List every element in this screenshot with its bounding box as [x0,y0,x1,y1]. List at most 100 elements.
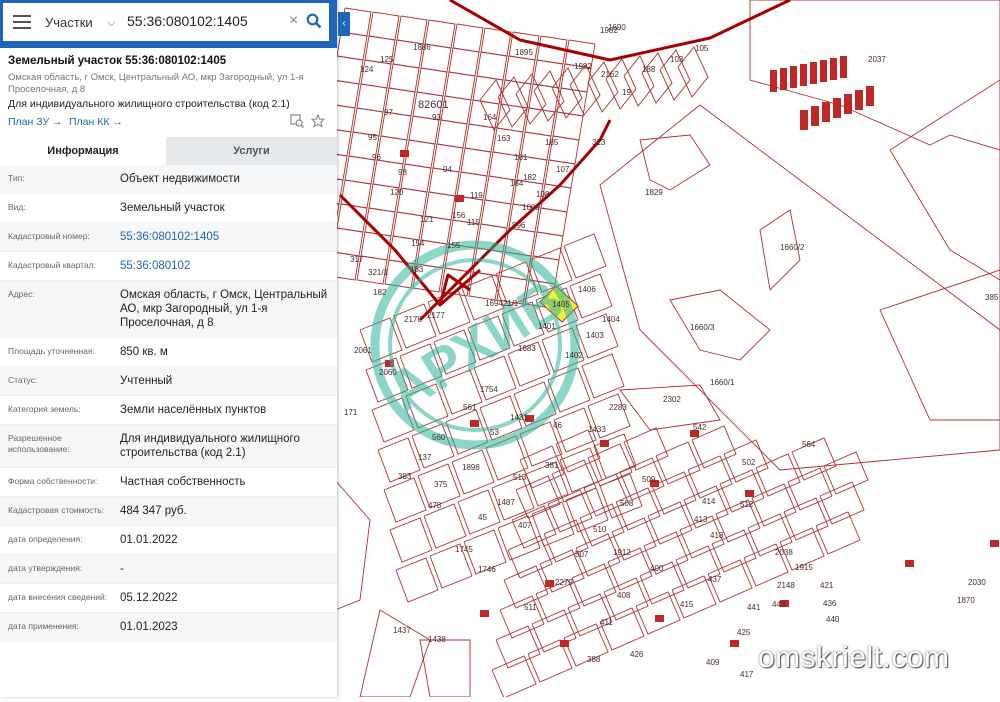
parcel-number-label: 105 [695,44,709,53]
parcel-number-label: 478 [428,501,442,510]
collapse-panel-button[interactable]: ‹ [338,12,350,36]
attribute-row: Тип: Объект недвижимости [0,165,337,194]
building [455,195,464,202]
parcel-number-label: 436 [823,599,837,608]
parcel-number-label: 1746 [478,565,496,574]
parcel-number-label: 564 [802,440,816,449]
search-input[interactable] [127,13,287,29]
tab-services[interactable]: Услуги [166,137,337,165]
attribute-row: Статус: Учтенный [0,367,337,396]
building [822,102,830,122]
parcel-number-label: 896 [512,221,526,230]
parcel-number-label: 2283 [609,403,627,412]
panel-tabs: Информация Услуги [0,137,337,165]
parcel-number-label: 124 [360,65,374,74]
tab-information[interactable]: Информация [0,137,166,165]
parcel-number-label: 413 [694,515,708,524]
parcel-number-label: 1886 [413,43,431,52]
parcel-number-label: 184 [510,179,524,188]
parcel-number-label: 1405 [552,300,570,309]
building [800,110,808,130]
parcel-number-label: 560 [432,433,446,442]
parcel-number-label: 1883 [518,344,536,353]
attribute-row: дата утверждения: - [0,555,337,584]
parcel-number-label: 383 [398,472,412,481]
parcel-number-label: 375 [434,480,448,489]
parcel-number-label: 1690 [608,23,626,32]
attribute-value-link[interactable]: 55:36:080102:1405 [120,223,328,251]
parcel-number-label: 154 [411,239,425,248]
attribute-value: 850 кв. м [120,346,168,358]
parcel-number-label: 1403 [586,331,604,340]
parcel-number-label: 414 [702,497,716,506]
parcel-number-label: 120 [390,188,404,197]
parcel-number-label: 156 [452,211,466,220]
search-bar: Участки ⌵ × [0,0,337,48]
parcel-number-label: 183 [410,265,424,274]
building [770,70,777,92]
attribute-label: Категория земель: [8,404,81,414]
parcel-number-label: 1912 [613,548,631,557]
parcel-number-label: 511 [524,603,537,612]
plan-zu-link[interactable]: План ЗУ → [8,116,63,128]
attribute-value: - [120,563,124,575]
parcel-number-label: 163 [497,134,511,143]
building [840,56,847,78]
parcel-number-label: 1660/3 [690,323,715,332]
building [800,64,807,86]
building [905,560,914,567]
parcel-number-label: 161 [514,153,528,162]
parcel-number-label: 94 [443,165,452,174]
attribute-label: Кадастровая стоимость: [8,505,105,515]
parcel-number-label: 2060 [379,368,397,377]
parcel-number-label: 1406 [578,285,596,294]
building [470,420,479,427]
parcel-number-label: 137 [418,453,432,462]
parcel-number-label: 508 [620,499,634,508]
parcel-number-label: 507 [575,550,589,559]
building [730,640,739,647]
building [780,68,787,90]
plan-kk-link[interactable]: План КК → [69,116,123,128]
building [790,66,797,88]
attribute-label: Статус: [8,375,38,385]
parcel-number-label: 561 [463,403,477,412]
attribute-value: Учтенный [120,375,173,387]
parcel-number-label: 1660/1 [710,378,735,387]
parcel-number-label: 2037 [868,55,886,64]
attribute-value: Омская область, г Омск, Центральный АО, … [120,289,328,329]
parcel-number-label: 542 [693,423,707,432]
attribute-value: Объект недвижимости [120,173,240,185]
parcel-number-label: 96 [372,153,381,162]
search-type-select[interactable]: Участки [45,15,93,30]
parcel-number-label: 381 [545,461,559,470]
attribute-table: Тип: Объект недвижимости Вид: Земельный уча… [0,165,337,642]
site-watermark: omskrielt.com [758,641,950,674]
parcel-number-label: 385 [985,293,999,302]
parcel-number-label: 98 [398,168,407,177]
attribute-label: Форма собственности: [8,476,98,486]
parcel-number-label: 45 [478,513,487,522]
attribute-label: Вид: [8,202,26,212]
parcel-number-label: 171 [344,408,358,417]
parcel-number-label: 2177 [427,311,445,320]
building [811,106,819,126]
parcel-number-label: 321/1 [368,268,389,277]
parcel-number-label: 185 [545,138,559,147]
building [830,58,837,80]
search-icon[interactable] [306,13,322,29]
clear-icon[interactable]: × [289,12,298,30]
chevron-down-icon[interactable]: ⌵ [107,17,115,30]
zoom-to-parcel-icon[interactable] [290,114,304,128]
attribute-row: Кадастровый номер: 55:36:080102:1405 [0,223,337,252]
parcel-number-label: 437 [708,575,722,584]
parcel-number-label: 441 [747,603,761,612]
parcel-number-label: 53 [490,428,499,437]
building [855,90,863,110]
favorite-star-icon[interactable] [311,114,325,128]
menu-icon[interactable] [13,15,31,29]
attribute-value-link[interactable]: 55:36:080102 [120,252,328,280]
parcel-title: Земельный участок 55:36:080102:1405 [8,55,227,67]
parcel-number-label: 510 [593,525,607,534]
parcel-number-label: 2279 [555,578,573,587]
